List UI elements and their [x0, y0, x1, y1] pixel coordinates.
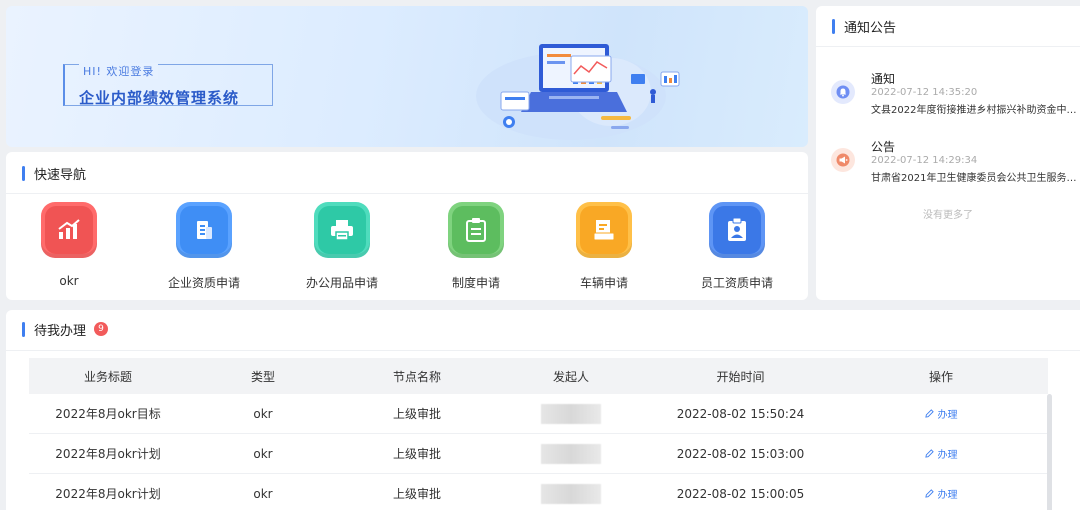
notice-item[interactable]: 通知 2022-07-12 14:35:20 文县2022年度衔接推进乡村振兴补… [831, 70, 1080, 116]
notice-time: 2022-07-12 14:35:20 [871, 87, 978, 98]
cell-node: 上级审批 [392, 447, 441, 461]
handle-button[interactable]: 办理 [924, 486, 958, 501]
notice-type: 通知 [871, 72, 896, 86]
document-icon [576, 202, 632, 258]
redacted-initiator [541, 483, 601, 504]
handle-label: 办理 [937, 450, 958, 461]
nav-label: 制度申请 [451, 276, 500, 290]
todo-count-badge: 9 [94, 322, 109, 336]
notice-text: 文县2022年度衔接推进乡村振兴补助资金中期… [871, 105, 1080, 116]
printer-icon [314, 202, 370, 258]
table-row: 2022年8月okr计划 okr 上级审批 2022-08-02 15:03:0… [29, 434, 1048, 474]
divider [6, 350, 1080, 351]
quick-nav-title: 快速导航 [22, 164, 86, 183]
chart-icon [41, 202, 97, 258]
building-icon [176, 202, 232, 258]
megaphone-icon [831, 148, 855, 172]
cell-title: 2022年8月okr计划 [55, 487, 161, 501]
notice-title: 通知公告 [832, 17, 896, 36]
cell-type: okr [253, 446, 273, 461]
nav-item-enterprise-qualification[interactable]: 企业资质申请 [144, 202, 264, 291]
table-row: 2022年8月okr目标 okr 上级审批 2022-08-02 15:50:2… [29, 394, 1048, 434]
welcome-banner: HI! 欢迎登录 企业内部绩效管理系统 [6, 6, 808, 147]
table-scrollbar[interactable] [1047, 394, 1052, 510]
dashboard-illustration [476, 44, 680, 140]
nav-label: 车辆申请 [579, 276, 628, 290]
cell-initiator [495, 443, 647, 464]
cell-node: 上级审批 [392, 407, 441, 421]
cell-action: 办理 [834, 406, 1048, 421]
nav-label: 办公用品申请 [305, 276, 378, 290]
badge-icon [709, 202, 765, 258]
column-header: 类型 [250, 369, 275, 384]
nav-label: okr [59, 274, 79, 288]
notice-item[interactable]: 公告 2022-07-12 14:29:34 甘肃省2021年卫生健康委员会公共… [831, 138, 1080, 184]
quick-nav-panel: 快速导航 okr 企业资质申请 办公用品申请 制度申请 车辆申请 员工资质申请 [6, 152, 808, 300]
cell-initiator [495, 403, 647, 424]
cell-title: 2022年8月okr目标 [55, 407, 161, 421]
cell-action: 办理 [834, 446, 1048, 461]
column-header: 节点名称 [392, 369, 441, 384]
handle-label: 办理 [937, 410, 958, 421]
nav-item-employee-qualification[interactable]: 员工资质申请 [677, 202, 797, 291]
notice-type: 公告 [871, 140, 896, 154]
cell-start-time: 2022-08-02 15:50:24 [676, 406, 805, 421]
notice-time: 2022-07-12 14:29:34 [871, 155, 978, 166]
todo-table: 业务标题 类型 节点名称 发起人 开始时间 操作 2022年8月okr目标 ok… [29, 358, 1048, 510]
redacted-initiator [541, 403, 601, 424]
banner-title: 企业内部绩效管理系统 [79, 89, 240, 107]
nav-item-office-supplies[interactable]: 办公用品申请 [282, 202, 402, 291]
todo-title-text: 待我办理 [34, 323, 87, 339]
column-header: 业务标题 [83, 369, 132, 384]
no-more-text: 没有更多了 [923, 210, 973, 221]
column-header: 发起人 [552, 369, 589, 384]
cell-initiator [495, 483, 647, 504]
cell-node: 上级审批 [392, 487, 441, 501]
cell-title: 2022年8月okr计划 [55, 447, 161, 461]
nav-item-policy[interactable]: 制度申请 [416, 202, 536, 291]
bell-icon [831, 80, 855, 104]
column-header: 开始时间 [716, 369, 765, 384]
divider [6, 193, 808, 194]
todo-title: 待我办理 9 [22, 320, 109, 339]
notice-text: 甘肃省2021年卫生健康委员会公共卫生服务补… [871, 173, 1080, 184]
clipboard-icon [448, 202, 504, 258]
edit-icon [924, 449, 934, 458]
nav-label: 企业资质申请 [167, 276, 240, 290]
banner-greeting: HI! 欢迎登录 [79, 63, 159, 79]
divider [816, 46, 1080, 47]
redacted-initiator [541, 443, 601, 464]
edit-icon [924, 409, 934, 418]
column-header: 操作 [928, 369, 953, 384]
cell-action: 办理 [834, 486, 1048, 501]
cell-type: okr [253, 486, 273, 501]
handle-label: 办理 [937, 490, 958, 501]
nav-item-okr[interactable]: okr [9, 202, 129, 288]
table-row: 2022年8月okr计划 okr 上级审批 2022-08-02 15:00:0… [29, 474, 1048, 510]
handle-button[interactable]: 办理 [924, 406, 958, 421]
handle-button[interactable]: 办理 [924, 446, 958, 461]
cell-start-time: 2022-08-02 15:03:00 [676, 446, 805, 461]
todo-panel: 待我办理 9 业务标题 类型 节点名称 发起人 开始时间 操作 2022年8月o… [6, 310, 1080, 510]
nav-label: 员工资质申请 [700, 276, 773, 290]
cell-type: okr [253, 406, 273, 421]
cell-start-time: 2022-08-02 15:00:05 [676, 486, 805, 501]
table-header: 业务标题 类型 节点名称 发起人 开始时间 操作 [29, 358, 1048, 394]
edit-icon [924, 489, 934, 498]
nav-item-vehicle[interactable]: 车辆申请 [544, 202, 664, 291]
notice-panel: 通知公告 通知 2022-07-12 14:35:20 文县2022年度衔接推进… [816, 6, 1080, 300]
